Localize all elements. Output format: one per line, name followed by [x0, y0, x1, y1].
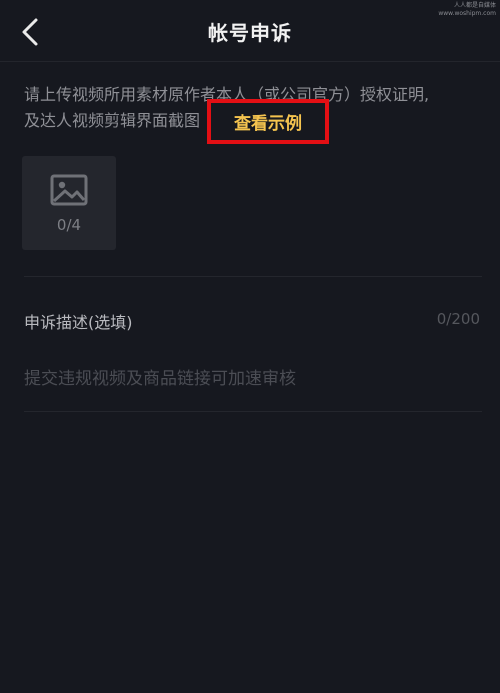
section-divider: [24, 276, 482, 277]
description-input[interactable]: 提交违规视频及商品链接可加速审核: [24, 364, 480, 394]
description-label: 申诉描述(选填): [24, 313, 133, 332]
appeal-page: 人人都是自媒体 www.woshipm.com 帐号申诉 请上传视频所用素材原作…: [0, 0, 500, 693]
upload-count: 0/4: [56, 216, 82, 234]
view-example-link[interactable]: 查看示例: [207, 99, 329, 144]
top-bar: 帐号申诉: [0, 0, 500, 62]
input-divider: [24, 411, 482, 412]
image-icon: [50, 174, 88, 206]
header-divider: [0, 61, 500, 62]
image-upload-button[interactable]: 0/4: [22, 156, 116, 250]
page-title: 帐号申诉: [208, 21, 292, 45]
instruction-line2: 及达人视频剪辑界面截图: [24, 111, 201, 130]
description-char-count: 0/200: [436, 310, 480, 328]
